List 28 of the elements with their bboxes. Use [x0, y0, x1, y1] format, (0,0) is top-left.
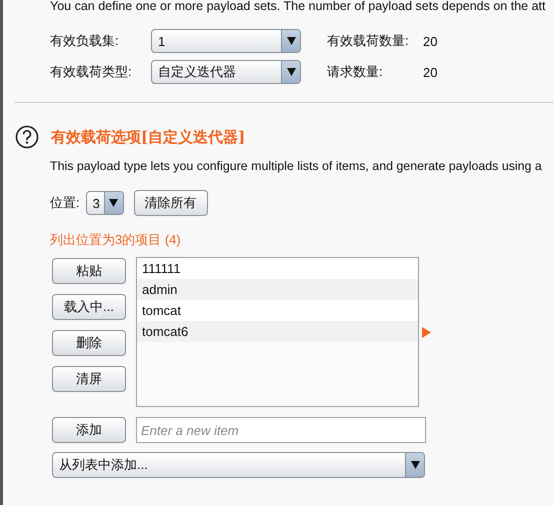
dropdown[interactable]: 1: [151, 29, 301, 53]
list-action-button[interactable]: 清屏: [52, 366, 126, 392]
setting-label: 有效负载集:: [50, 32, 120, 50]
list-item[interactable]: 111111: [137, 258, 418, 279]
dropdown[interactable]: 自定义迭代器: [151, 60, 301, 84]
description-text: This payload type lets you configure multiple lists of items, and generate payloads using a: [50, 159, 543, 173]
list-heading: 列出位置为3的项目 (4): [50, 231, 182, 249]
info-value: 20: [423, 64, 438, 80]
position-label: 位置:: [50, 194, 80, 212]
list-item[interactable]: admin: [137, 279, 418, 300]
position-dropdown[interactable]: 3: [86, 191, 124, 215]
info-label: 请求数量:: [327, 63, 384, 81]
intro-text: You can define one or more payload sets. The number of payload sets depends on the att: [49, 0, 546, 13]
list-item[interactable]: tomcat: [137, 300, 418, 321]
list-action-button[interactable]: 载入中...: [52, 294, 126, 320]
section-title: 有效载荷选项[自定义迭代器]: [51, 128, 246, 146]
list-action-button[interactable]: 粘贴: [52, 258, 126, 284]
setting-label: 有效载荷类型:: [50, 63, 133, 81]
triangle-icon: [422, 327, 431, 338]
list-item[interactable]: tomcat6: [137, 321, 418, 342]
help-icon[interactable]: [15, 125, 39, 149]
info-value: 20: [423, 34, 438, 48]
list-action-button[interactable]: 删除: [52, 330, 126, 356]
info-label: 有效载荷数量:: [327, 32, 410, 50]
add-from-list-dropdown[interactable]: 从列表中添加...: [52, 452, 425, 478]
clear-all-button[interactable]: 清除所有: [134, 190, 208, 216]
new-item-field[interactable]: Enter a new item: [136, 417, 426, 443]
add-button[interactable]: 添加: [52, 417, 126, 443]
